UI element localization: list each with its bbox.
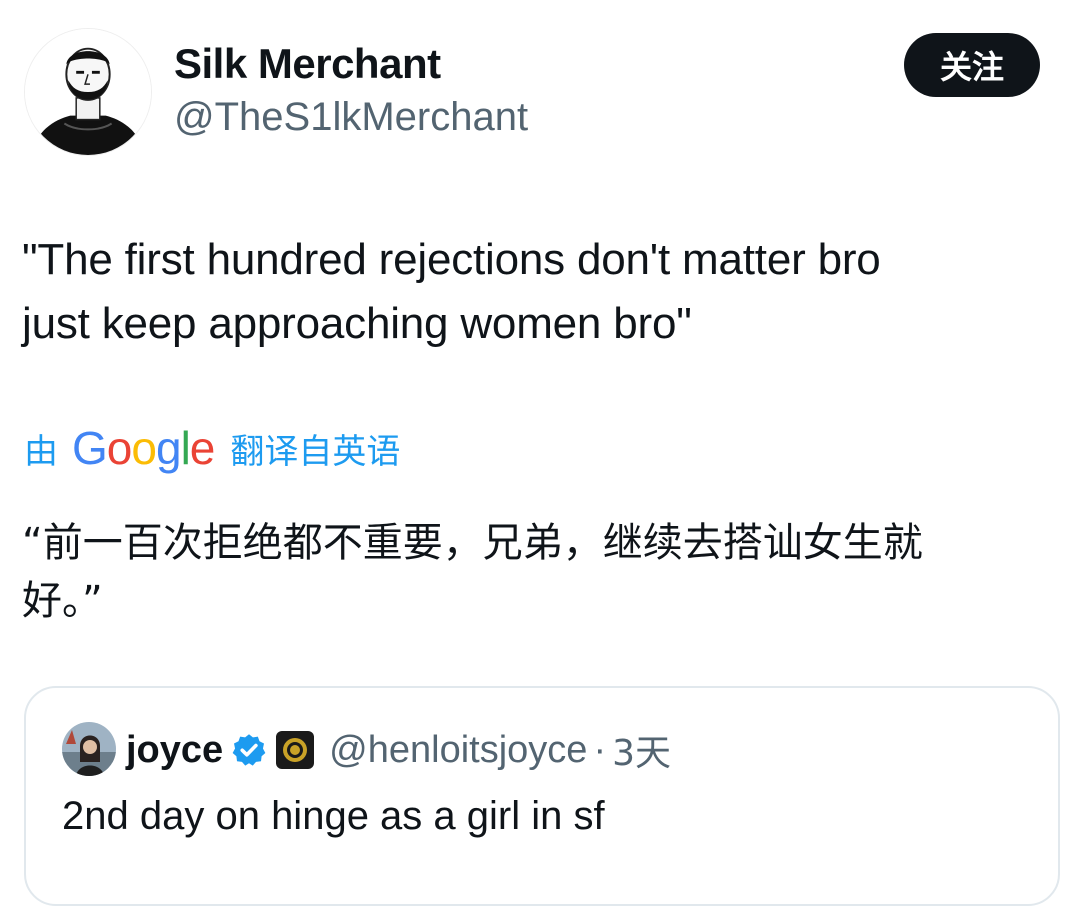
translation-prefix: 由 bbox=[24, 431, 58, 472]
quoted-author-name[interactable]: joyce bbox=[126, 729, 223, 772]
bearded-man-illustration-icon bbox=[25, 29, 151, 155]
translation-suffix: 翻译自英语 bbox=[230, 431, 401, 472]
separator-dot: · bbox=[593, 728, 607, 771]
quoted-tweet-header: joyce @henloitsjoyce · 3天 bbox=[126, 722, 671, 778]
quoted-author-handle[interactable]: @henloitsjoyce bbox=[329, 729, 587, 772]
translated-line-1: “前一百次拒绝都不重要，兄弟，继续去搭讪女生就 bbox=[22, 520, 923, 566]
author-avatar[interactable] bbox=[24, 28, 152, 156]
quoted-author-avatar[interactable] bbox=[62, 722, 116, 776]
translated-line-2: 好。” bbox=[22, 578, 103, 624]
tweet-line-2: just keep approaching women bro" bbox=[22, 299, 692, 348]
tweet-line-1: "The first hundred rejections don't matt… bbox=[22, 235, 881, 284]
quoted-tweet-time[interactable]: 3天 bbox=[612, 724, 671, 776]
tweet-body: "The first hundred rejections don't matt… bbox=[22, 228, 1062, 356]
person-photo-icon bbox=[62, 722, 116, 776]
author-handle[interactable]: @TheS1lkMerchant bbox=[174, 95, 528, 140]
verified-badge-icon bbox=[232, 734, 266, 766]
translated-body: “前一百次拒绝都不重要，兄弟，继续去搭讪女生就 好。” bbox=[22, 514, 1022, 630]
google-logo: Google bbox=[72, 422, 215, 474]
quoted-tweet-card[interactable]: joyce @henloitsjoyce · 3天 2nd day on hin… bbox=[24, 686, 1060, 906]
quoted-tweet-text: 2nd day on hinge as a girl in sf bbox=[62, 794, 605, 838]
affiliation-badge-icon bbox=[276, 731, 315, 769]
follow-button[interactable]: 关注 bbox=[904, 33, 1040, 97]
translation-attribution[interactable]: 由 Google 翻译自英语 bbox=[24, 418, 400, 478]
author-display-name[interactable]: Silk Merchant bbox=[174, 40, 441, 88]
